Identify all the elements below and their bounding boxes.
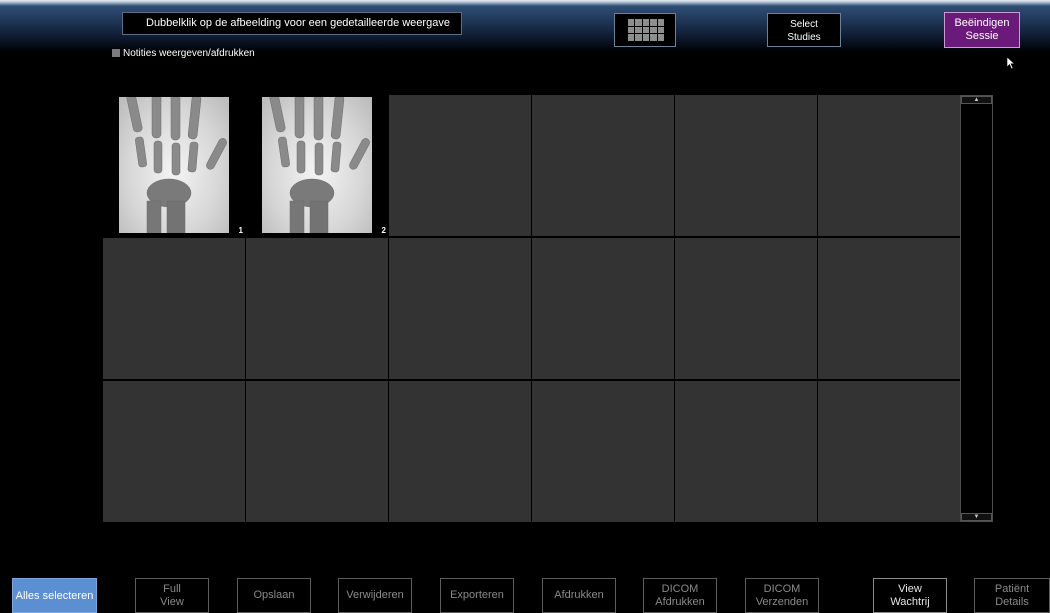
view-queue-label-line2: Wachtrij [890, 595, 930, 608]
save-button[interactable]: Opslaan [237, 578, 311, 613]
empty-thumbnail-cell[interactable] [675, 381, 817, 522]
end-session-label-line2: Sessie [965, 30, 999, 42]
mouse-pointer-icon [1007, 57, 1015, 69]
notes-checkbox[interactable] [112, 49, 120, 57]
empty-thumbnail-cell[interactable] [818, 381, 960, 522]
empty-thumbnail-cell[interactable] [389, 95, 531, 236]
delete-button[interactable]: Verwijderen [338, 578, 412, 613]
empty-thumbnail-cell[interactable] [246, 381, 388, 522]
empty-thumbnail-cell[interactable] [675, 95, 817, 236]
empty-thumbnail-cell[interactable] [675, 238, 817, 379]
dicom-send-button[interactable]: DICOM Verzenden [745, 578, 819, 613]
thumbnail-grid: 1 2 [103, 95, 960, 522]
hand-xray-image [126, 97, 227, 233]
empty-thumbnail-cell[interactable] [246, 238, 388, 379]
empty-thumbnail-cell[interactable] [389, 238, 531, 379]
dicom-print-button[interactable]: DICOM Afdrukken [643, 578, 717, 613]
print-button[interactable]: Afdrukken [542, 578, 616, 613]
view-queue-button[interactable]: View Wachtrij [873, 578, 947, 613]
grid-layout-icon [628, 19, 664, 41]
notes-toggle-label: Notities weergeven/afdrukken [123, 48, 255, 59]
notes-toggle[interactable]: Notities weergeven/afdrukken [112, 48, 255, 60]
full-view-label-line1: Full [163, 582, 181, 595]
select-all-button[interactable]: Alles selecteren [12, 578, 97, 613]
thumbnail-cell[interactable]: 1 [103, 95, 245, 236]
instruction-banner: Dubbelklik op de afbeelding voor een ged… [122, 12, 462, 35]
arrow-up-icon[interactable]: ▲ [961, 96, 992, 104]
export-button[interactable]: Exporteren [440, 578, 514, 613]
dicom-send-label-line1: DICOM [763, 582, 801, 595]
thumbnail-cell[interactable]: 2 [246, 95, 388, 236]
patient-details-label-line2: Details [995, 595, 1029, 608]
empty-thumbnail-cell[interactable] [532, 95, 674, 236]
arrow-down-icon[interactable]: ▼ [961, 513, 992, 521]
full-view-button[interactable]: Full View [135, 578, 209, 613]
empty-thumbnail-cell[interactable] [103, 238, 245, 379]
select-studies-label-line1: Select [790, 19, 818, 30]
view-queue-label-line1: View [898, 582, 922, 595]
dicom-print-label-line2: Afdrukken [655, 595, 705, 608]
layout-select-button[interactable] [614, 13, 676, 47]
image-number: 2 [381, 226, 386, 235]
dicom-send-label-line2: Verzenden [755, 595, 809, 608]
empty-thumbnail-cell[interactable] [818, 238, 960, 379]
empty-thumbnail-cell[interactable] [532, 238, 674, 379]
patient-details-button[interactable]: Patiënt Details [974, 578, 1050, 613]
empty-thumbnail-cell[interactable] [532, 381, 674, 522]
vertical-scrollbar[interactable]: ▲ ▼ [960, 95, 993, 522]
patient-details-label-line1: Patiënt [994, 582, 1030, 595]
end-session-label-line1: Beëindigen [954, 17, 1010, 29]
dicom-print-label-line1: DICOM [661, 582, 699, 595]
empty-thumbnail-cell[interactable] [818, 95, 960, 236]
empty-thumbnail-cell[interactable] [389, 381, 531, 522]
xray-hand-thumbnail[interactable] [119, 97, 229, 233]
select-studies-button[interactable]: Select Studies [767, 13, 841, 47]
hand-xray-image [269, 97, 370, 233]
full-view-label-line2: View [160, 595, 184, 608]
select-studies-label-line2: Studies [787, 32, 821, 43]
empty-thumbnail-cell[interactable] [103, 381, 245, 522]
end-session-button[interactable]: Beëindigen Sessie [944, 12, 1020, 48]
xray-hand-thumbnail[interactable] [262, 97, 372, 233]
image-number: 1 [238, 226, 243, 235]
